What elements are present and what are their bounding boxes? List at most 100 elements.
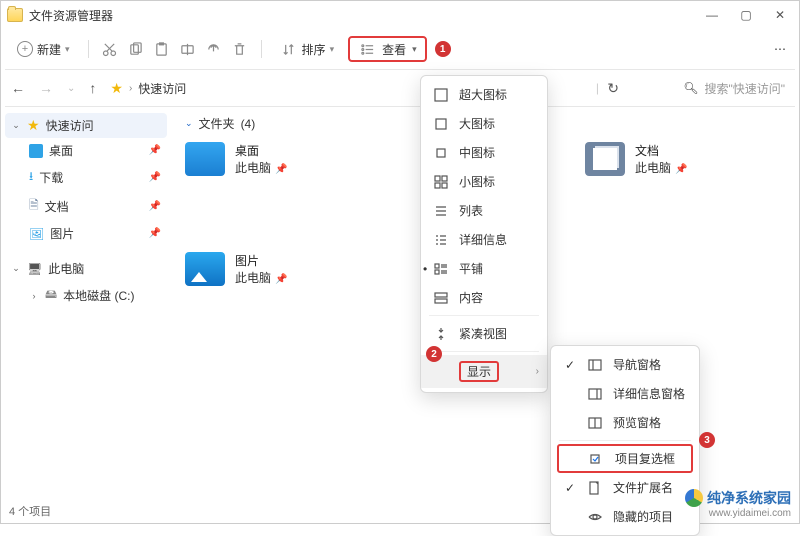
paste-button[interactable] bbox=[153, 40, 171, 58]
tree-label: 下载 bbox=[39, 169, 63, 186]
item-sub: 此电脑 bbox=[235, 161, 271, 175]
menu-item-checkboxes[interactable]: 项目复选框 bbox=[557, 444, 693, 473]
minimize-button[interactable]: ― bbox=[705, 8, 719, 22]
pin-icon: 📌 bbox=[149, 228, 161, 239]
details-icon bbox=[433, 233, 449, 247]
forward-button[interactable]: → bbox=[39, 80, 53, 96]
sort-icon bbox=[280, 40, 298, 58]
up-button[interactable]: ↑ bbox=[89, 80, 96, 96]
breadcrumb[interactable]: ★ › 快速访问 bbox=[110, 80, 186, 97]
menu-file-extensions[interactable]: ✓文件扩展名 bbox=[551, 473, 699, 502]
sort-label: 排序 bbox=[302, 41, 326, 58]
nav-tree: ⌄ ★ 快速访问 桌面📌 ⭳下载📌 🗎文档📌 🖼图片📌 ⌄🖥此电脑 ›🖴本地磁盘… bbox=[1, 107, 171, 503]
divider bbox=[88, 40, 89, 58]
tree-docs[interactable]: 🗎文档📌 bbox=[23, 192, 167, 221]
view-button[interactable]: 查看 ▾ bbox=[348, 36, 427, 62]
plus-icon: + bbox=[17, 41, 33, 57]
menu-label: 隐藏的项目 bbox=[613, 508, 673, 525]
annotation-badge-3: 3 bbox=[699, 432, 715, 448]
picture-icon: 🖼 bbox=[29, 227, 44, 241]
copy-button[interactable] bbox=[127, 40, 145, 58]
menu-separator bbox=[429, 315, 539, 316]
tree-this-pc[interactable]: ⌄🖥此电脑 bbox=[5, 256, 167, 281]
menu-show[interactable]: 显示 › bbox=[421, 355, 547, 388]
menu-compact[interactable]: 紧凑视图 bbox=[421, 319, 547, 348]
tree-label: 快速访问 bbox=[46, 117, 94, 134]
new-label: 新建 bbox=[37, 41, 61, 58]
hidden-icon bbox=[587, 510, 603, 524]
tree-downloads[interactable]: ⭳下载📌 bbox=[23, 163, 167, 192]
menu-label: 显示 bbox=[459, 361, 499, 382]
item-sub: 此电脑 bbox=[235, 271, 271, 285]
view-menu: 超大图标 大图标 中图标 小图标 列表 详细信息 平铺 内容 紧凑视图 显示 › bbox=[420, 75, 548, 393]
menu-extra-large-icons[interactable]: 超大图标 bbox=[421, 80, 547, 109]
watermark: 纯净系统家园 www.yidaimei.com bbox=[685, 488, 791, 519]
blank-icon bbox=[433, 365, 449, 379]
menu-label: 紧凑视图 bbox=[459, 325, 507, 342]
menu-medium-icons[interactable]: 中图标 bbox=[421, 138, 547, 167]
titlebar: 文件资源管理器 ― ▢ ✕ bbox=[1, 1, 799, 29]
menu-details[interactable]: 详细信息 bbox=[421, 225, 547, 254]
chevron-down-icon: ▾ bbox=[65, 44, 70, 55]
chevron-down-icon: ▾ bbox=[412, 44, 417, 55]
item-docs[interactable]: 文档此电脑📌 bbox=[585, 142, 765, 176]
menu-small-icons[interactable]: 小图标 bbox=[421, 167, 547, 196]
item-name: 文档 bbox=[635, 142, 687, 159]
menu-label: 小图标 bbox=[459, 173, 495, 190]
menu-details-pane[interactable]: 详细信息窗格 bbox=[551, 379, 699, 408]
divider: | bbox=[596, 81, 599, 95]
window-title: 文件资源管理器 bbox=[29, 7, 705, 24]
group-count: (4) bbox=[241, 117, 256, 131]
menu-preview-pane[interactable]: 预览窗格 bbox=[551, 408, 699, 437]
refresh-button[interactable]: ↻ bbox=[607, 80, 619, 97]
menu-list[interactable]: 列表 bbox=[421, 196, 547, 225]
rename-button[interactable] bbox=[179, 40, 197, 58]
chevron-down-icon: ⌄ bbox=[185, 118, 193, 129]
tree-drive-c[interactable]: ›🖴本地磁盘 (C:) bbox=[23, 281, 167, 310]
new-button[interactable]: + 新建 ▾ bbox=[11, 37, 76, 62]
item-name: 桌面 bbox=[235, 142, 287, 159]
ext-icon bbox=[587, 481, 603, 495]
tree-quick-access[interactable]: ⌄ ★ 快速访问 bbox=[5, 113, 167, 138]
chevron-right-icon: › bbox=[29, 291, 39, 301]
nav-bar: ← → ⌄ ↑ ★ › 快速访问 | ↻ 🔍︎ 搜索"快速访问" bbox=[1, 70, 799, 106]
item-desktop[interactable]: 桌面此电脑📌 bbox=[185, 142, 365, 176]
pin-icon: 📌 bbox=[149, 172, 161, 183]
view-label: 查看 bbox=[382, 41, 406, 58]
command-bar: + 新建 ▾ 排序 ▾ 查看 ▾ 1 ⋯ bbox=[1, 29, 799, 69]
cut-button[interactable] bbox=[101, 40, 119, 58]
maximize-button[interactable]: ▢ bbox=[739, 8, 753, 22]
search-placeholder: 搜索"快速访问" bbox=[704, 80, 785, 97]
menu-separator bbox=[429, 351, 539, 352]
recent-button[interactable]: ⌄ bbox=[67, 83, 75, 94]
item-name: 图片 bbox=[235, 252, 287, 269]
share-button[interactable] bbox=[205, 40, 223, 58]
search-input[interactable]: 🔍︎ 搜索"快速访问" bbox=[683, 80, 785, 97]
pc-icon: 🖥 bbox=[27, 262, 42, 276]
menu-content[interactable]: 内容 bbox=[421, 283, 547, 312]
more-button[interactable]: ⋯ bbox=[771, 40, 789, 58]
back-button[interactable]: ← bbox=[11, 80, 25, 96]
tree-pics[interactable]: 🖼 图片 📌 bbox=[23, 221, 167, 246]
sort-button[interactable]: 排序 ▾ bbox=[274, 36, 341, 62]
tree-label: 图片 bbox=[50, 225, 74, 242]
s-icon bbox=[433, 175, 449, 189]
menu-hidden-items[interactable]: 隐藏的项目 bbox=[551, 502, 699, 531]
menu-tiles[interactable]: 平铺 bbox=[421, 254, 547, 283]
star-icon: ★ bbox=[27, 117, 40, 134]
item-pics[interactable]: 图片此电脑📌 bbox=[185, 252, 365, 286]
m-icon bbox=[433, 146, 449, 160]
annotation-badge-1: 1 bbox=[435, 41, 451, 57]
chevron-down-icon: ▾ bbox=[330, 44, 335, 55]
menu-large-icons[interactable]: 大图标 bbox=[421, 109, 547, 138]
tree-desktop[interactable]: 桌面📌 bbox=[23, 138, 167, 163]
close-button[interactable]: ✕ bbox=[773, 8, 787, 22]
delete-button[interactable] bbox=[231, 40, 249, 58]
tree-label: 本地磁盘 (C:) bbox=[63, 287, 134, 304]
folder-icon bbox=[585, 142, 625, 176]
menu-nav-pane[interactable]: ✓导航窗格 bbox=[551, 350, 699, 379]
watermark-logo-icon bbox=[685, 489, 703, 507]
chevron-down-icon: ⌄ bbox=[11, 120, 21, 131]
tree-label: 桌面 bbox=[49, 142, 73, 159]
chevron-right-icon: › bbox=[536, 366, 539, 377]
